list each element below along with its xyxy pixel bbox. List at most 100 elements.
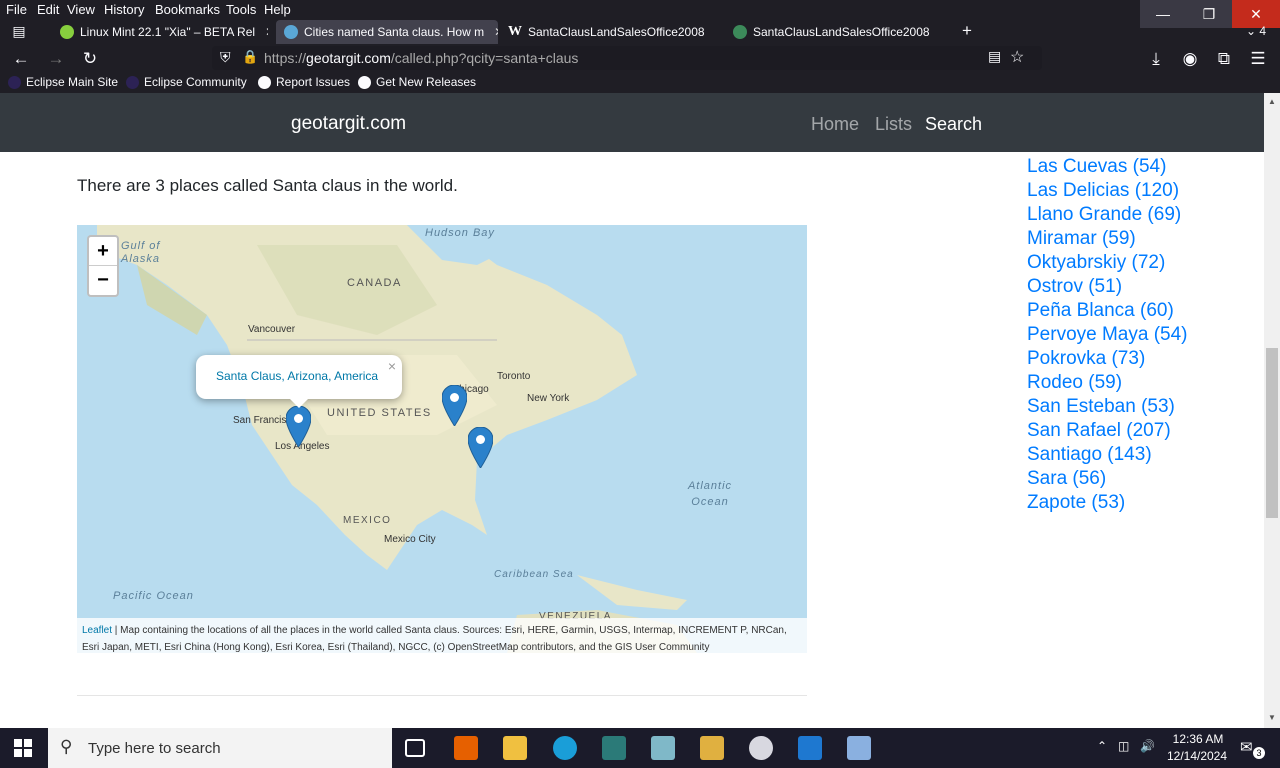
- zoom-in-button[interactable]: +: [89, 237, 117, 266]
- scroll-down-icon[interactable]: ▼: [1268, 713, 1276, 722]
- tab-santa-claus[interactable]: Cities named Santa claus. How m ✕: [276, 20, 498, 44]
- city-link[interactable]: Las Cuevas (54): [1027, 155, 1197, 179]
- label-pacific-ocean: Pacific Ocean: [113, 590, 194, 602]
- label-mexico: MEXICO: [343, 515, 392, 526]
- city-link[interactable]: Pokrovka (73): [1027, 347, 1197, 371]
- reader-view-icon[interactable]: ▤: [988, 48, 1001, 65]
- tab-strip: ▤ Linux Mint 22.1 "Xia" – BETA Rel ✕ Cit…: [0, 20, 1280, 44]
- reload-button[interactable]: ↻: [79, 48, 101, 70]
- network-icon[interactable]: ◫: [1118, 739, 1129, 753]
- bookmark-eclipse-main[interactable]: Eclipse Main Site: [8, 75, 118, 89]
- site-navbar: geotargit.com Home Lists Search: [0, 93, 1264, 152]
- back-button[interactable]: ←: [10, 48, 32, 70]
- city-link[interactable]: Zapote (53): [1027, 491, 1197, 515]
- tab-wikipedia[interactable]: W SantaClausLandSalesOffice2008 ✕: [500, 20, 716, 44]
- tab-archive[interactable]: SantaClausLandSalesOffice2008 ✕: [725, 20, 941, 44]
- volume-icon[interactable]: 🔊: [1140, 739, 1155, 753]
- map[interactable]: + − Hudson Bay Gulf of Alaska CANADA Van…: [77, 225, 807, 653]
- map-marker-indiana[interactable]: [442, 385, 467, 426]
- search-icon: ⚲: [60, 737, 73, 756]
- disc-app-icon[interactable]: [749, 736, 773, 760]
- city-link[interactable]: Peña Blanca (60): [1027, 299, 1197, 323]
- firefox-icon[interactable]: [454, 736, 478, 760]
- tab-close-icon[interactable]: ✕: [715, 25, 716, 39]
- zoom-control: + −: [87, 235, 119, 297]
- task-view-icon[interactable]: [405, 739, 425, 757]
- bookmark-report-issues[interactable]: Report Issues: [258, 75, 350, 89]
- eclipse-icon: [8, 75, 21, 89]
- city-link[interactable]: Llano Grande (69): [1027, 203, 1197, 227]
- bookmarks-toolbar: Eclipse Main Site Eclipse Community Repo…: [0, 72, 1280, 93]
- divider: [77, 695, 807, 696]
- map-marker-arizona[interactable]: [286, 406, 311, 447]
- vs-icon[interactable]: [602, 736, 626, 760]
- popup-link[interactable]: Santa Claus, Arizona, America: [216, 369, 378, 383]
- nav-home[interactable]: Home: [811, 114, 859, 135]
- wikipedia-icon: W: [508, 24, 522, 39]
- nav-search[interactable]: Search: [925, 114, 982, 135]
- scroll-up-icon[interactable]: ▲: [1268, 97, 1276, 106]
- menu-view[interactable]: View: [67, 2, 95, 17]
- tab-list-button[interactable]: ⌄ 4: [1238, 20, 1274, 42]
- edge-icon[interactable]: [553, 736, 577, 760]
- scroll-thumb[interactable]: [1266, 348, 1278, 518]
- menu-file[interactable]: File: [6, 2, 27, 17]
- new-tab-button[interactable]: +: [956, 20, 978, 42]
- clock-time[interactable]: 12:36 AM: [1168, 732, 1228, 746]
- tab-label: SantaClausLandSalesOffice2008: [528, 25, 705, 39]
- nav-lists[interactable]: Lists: [875, 114, 912, 135]
- leaflet-link[interactable]: Leaflet: [82, 625, 112, 636]
- sticky-notes-icon[interactable]: [700, 736, 724, 760]
- taskbar-search[interactable]: ⚲ Type here to search: [48, 728, 392, 768]
- bookmark-star-icon[interactable]: ☆: [1010, 47, 1024, 67]
- forward-button[interactable]: →: [45, 48, 67, 70]
- city-link[interactable]: San Rafael (207): [1027, 419, 1197, 443]
- zoom-out-button[interactable]: −: [89, 266, 117, 295]
- lock-icon[interactable]: 🔒: [242, 49, 258, 65]
- city-link[interactable]: Ostrov (51): [1027, 275, 1197, 299]
- tab-label: SantaClausLandSalesOffice2008: [753, 25, 930, 39]
- menu-bookmarks[interactable]: Bookmarks: [155, 2, 220, 17]
- menu-history[interactable]: History: [104, 2, 144, 17]
- menu-edit[interactable]: Edit: [37, 2, 59, 17]
- tab-close-icon[interactable]: ✕: [940, 25, 941, 39]
- city-link[interactable]: Pervoye Maya (54): [1027, 323, 1197, 347]
- tray-chevron-icon[interactable]: ⌃: [1097, 739, 1107, 753]
- menu-tools[interactable]: Tools: [226, 2, 256, 17]
- notifications-icon[interactable]: ✉: [1240, 738, 1253, 756]
- label-united-states: UNITED STATES: [327, 407, 432, 419]
- downloads-icon[interactable]: ⤓: [1145, 48, 1167, 70]
- map-marker-georgia[interactable]: [468, 427, 493, 468]
- city-link[interactable]: Sara (56): [1027, 467, 1197, 491]
- url-bar[interactable]: ⛨ 🔒 https://geotargit.com/called.php?qci…: [212, 46, 1042, 70]
- city-link[interactable]: Santiago (143): [1027, 443, 1197, 467]
- city-link[interactable]: San Esteban (53): [1027, 395, 1197, 419]
- tab-linux-mint[interactable]: Linux Mint 22.1 "Xia" – BETA Rel ✕: [52, 20, 268, 44]
- popup-close-button[interactable]: ×: [388, 358, 396, 374]
- tab-close-icon[interactable]: ✕: [265, 25, 268, 39]
- clock-date[interactable]: 12/14/2024: [1166, 749, 1228, 763]
- label-canada: CANADA: [347, 277, 402, 289]
- tab-overview-icon[interactable]: ▤: [8, 20, 30, 42]
- city-link[interactable]: Rodeo (59): [1027, 371, 1197, 395]
- shield-icon[interactable]: ⛨: [220, 49, 231, 66]
- remote-desktop-icon[interactable]: [847, 736, 871, 760]
- site-brand[interactable]: geotargit.com: [291, 113, 406, 135]
- menu-help[interactable]: Help: [264, 2, 291, 17]
- file-explorer-icon[interactable]: [503, 736, 527, 760]
- bookmark-label: Report Issues: [276, 75, 351, 89]
- city-link[interactable]: Las Delicias (120): [1027, 179, 1197, 203]
- app-menu-icon[interactable]: ☰: [1247, 48, 1269, 70]
- security-shield-icon[interactable]: [798, 736, 822, 760]
- tab-close-icon[interactable]: ✕: [494, 25, 498, 39]
- page-scrollbar[interactable]: ▲ ▼: [1264, 93, 1280, 728]
- bookmark-eclipse-community[interactable]: Eclipse Community: [126, 75, 247, 89]
- bookmark-get-new-releases[interactable]: Get New Releases: [358, 75, 476, 89]
- windows-start-icon[interactable]: [14, 739, 32, 757]
- extensions-icon[interactable]: ⧉: [1213, 48, 1235, 70]
- tab-count: 4: [1259, 24, 1267, 38]
- city-link[interactable]: Oktyabrskiy (72): [1027, 251, 1197, 275]
- account-icon[interactable]: ◉: [1179, 48, 1201, 70]
- city-link[interactable]: Miramar (59): [1027, 227, 1197, 251]
- notepad-icon[interactable]: [651, 736, 675, 760]
